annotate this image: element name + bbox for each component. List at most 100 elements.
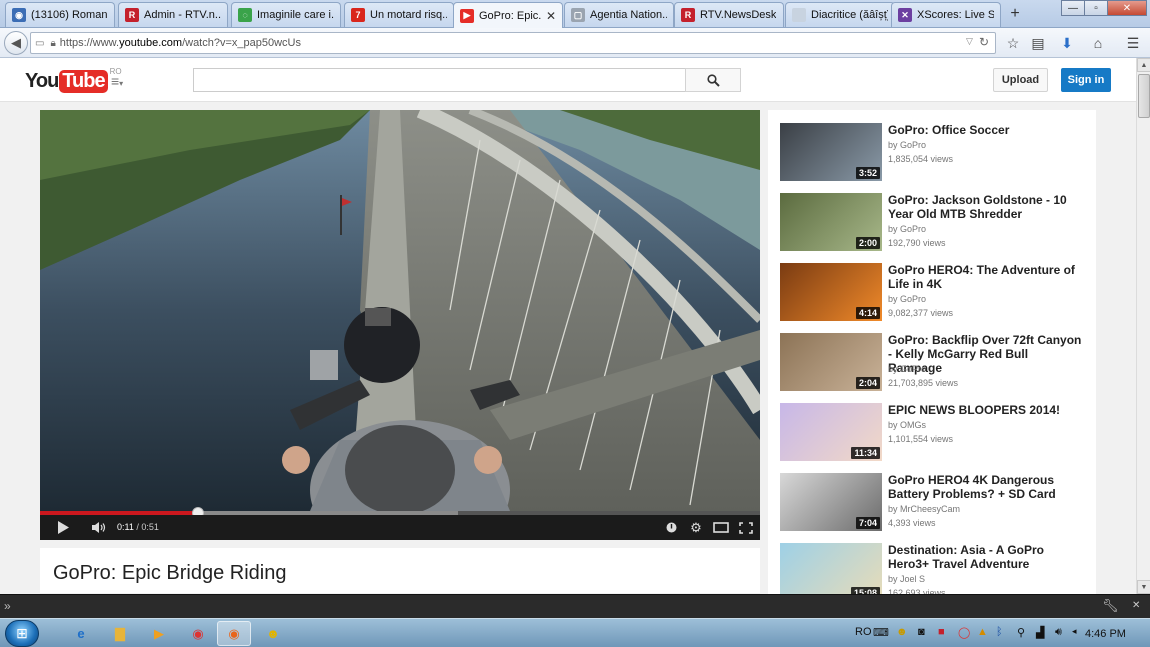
duration-badge: 7:04	[855, 517, 880, 529]
volume-button[interactable]	[88, 519, 110, 536]
channel-name[interactable]: by OMGs	[888, 420, 926, 430]
video-thumbnail[interactable]: 2:04	[780, 333, 882, 391]
camera-tray-icon[interactable]: ◙	[918, 626, 925, 638]
related-video-item[interactable]: 3:52 GoPro: Office Soccer by GoPro 1,835,05…	[780, 123, 1090, 181]
address-bar[interactable]: ▭ 🔒︎ https://www.youtube.com/watch?v=x_p…	[30, 32, 996, 54]
guide-menu-icon[interactable]: ≡▾	[111, 73, 123, 89]
related-video-title[interactable]: GoPro: Office Soccer	[888, 123, 1083, 137]
dropdown-arrow-icon[interactable]: ▽	[966, 36, 973, 47]
firefox-icon[interactable]: ◉	[217, 621, 251, 646]
menu-icon[interactable]: ☰	[1124, 34, 1142, 52]
vlc-tray-icon[interactable]: ▲	[977, 626, 988, 638]
reload-icon[interactable]: ↻	[979, 35, 989, 49]
view-count: 9,082,377 views	[888, 308, 954, 318]
close-addon-bar-icon[interactable]: ✕	[1132, 600, 1140, 611]
youtube-logo[interactable]: You Tube RO	[25, 67, 122, 93]
chrome-icon[interactable]: ◉	[181, 621, 215, 646]
show-hidden-icons-icon[interactable]: ◂	[1072, 626, 1077, 637]
duration-badge: 3:52	[855, 167, 880, 179]
browser-tab[interactable]: 7 Un motard risq...	[344, 2, 454, 27]
sign-in-button[interactable]: Sign in	[1061, 68, 1111, 92]
related-video-title[interactable]: GoPro HERO4: The Adventure of Life in 4K	[888, 263, 1083, 291]
browser-tab[interactable]: R Admin - RTV.n...	[118, 2, 228, 27]
new-tab-button[interactable]: +	[1005, 4, 1025, 24]
network-icon[interactable]: ▟	[1036, 626, 1044, 639]
tab-title: Admin - RTV.n...	[144, 9, 221, 21]
start-button[interactable]: ⊞	[5, 620, 39, 647]
play-icon	[58, 521, 69, 534]
related-video-item[interactable]: 7:04 GoPro HERO4 4K Dangerous Battery Pro…	[780, 473, 1090, 531]
navigation-bar: ◀ ▭ 🔒︎ https://www.youtube.com/watch?v=x…	[0, 28, 1150, 58]
usb-icon[interactable]: ⚲	[1017, 626, 1025, 639]
channel-name[interactable]: by GoPro	[888, 140, 926, 150]
browser-tab[interactable]: ▶ GoPro: Epic... ✕	[453, 2, 563, 28]
scrollbar-thumb[interactable]	[1138, 74, 1150, 118]
wrench-icon[interactable]: 🔧︎	[1102, 598, 1119, 614]
browser-tab[interactable]: ✕ XScores: Live S...	[891, 2, 1001, 27]
theater-mode-button[interactable]	[712, 519, 730, 536]
video-frame[interactable]	[40, 110, 760, 511]
scroll-down-arrow-icon[interactable]: ▼	[1137, 580, 1150, 594]
tab-title: Diacritice (ăâîșț) - tr...	[811, 9, 888, 21]
related-video-item[interactable]: 11:34 EPIC NEWS BLOOPERS 2014! by OMGs 1,10…	[780, 403, 1090, 461]
scroll-up-arrow-icon[interactable]: ▲	[1137, 58, 1150, 72]
browser-tab[interactable]: ▢ Agentia Nation...	[564, 2, 674, 27]
video-thumbnail[interactable]: 3:52	[780, 123, 882, 181]
related-video-item[interactable]: 15:08 Destination: Asia - A GoPro Hero3+ …	[780, 543, 1090, 594]
video-thumbnail[interactable]: 2:00	[780, 193, 882, 251]
internet-explorer-icon[interactable]: e	[64, 621, 98, 646]
related-video-title[interactable]: Destination: Asia - A GoPro Hero3+ Trave…	[888, 543, 1083, 571]
video-thumbnail[interactable]: 15:08	[780, 543, 882, 594]
media-player-icon[interactable]: ▶	[142, 621, 176, 646]
play-button[interactable]	[54, 519, 72, 536]
maximize-button[interactable]: ▫	[1084, 0, 1108, 16]
channel-name[interactable]: by GoPro	[888, 364, 926, 374]
page-scrollbar[interactable]: ▲ ▼	[1136, 58, 1150, 594]
settings-button[interactable]: ⚙	[688, 519, 704, 536]
upload-button[interactable]: Upload	[993, 68, 1048, 92]
search-input[interactable]	[193, 68, 686, 92]
expand-icon[interactable]: »	[4, 599, 11, 613]
video-player[interactable]: 0:11 / 0:51 ⚙	[40, 110, 760, 540]
minimize-button[interactable]: —	[1061, 0, 1085, 16]
channel-name[interactable]: by GoPro	[888, 224, 926, 234]
close-window-button[interactable]: ✕	[1107, 0, 1147, 16]
volume-tray-icon[interactable]: 🔊︎	[1055, 626, 1062, 639]
related-video-item[interactable]: 4:14 GoPro HERO4: The Adventure of Life i…	[780, 263, 1090, 321]
video-thumbnail[interactable]: 4:14	[780, 263, 882, 321]
tab-favicon-icon: 7	[351, 8, 365, 22]
video-thumbnail[interactable]: 11:34	[780, 403, 882, 461]
search-button[interactable]	[685, 68, 741, 92]
related-video-title[interactable]: GoPro: Jackson Goldstone - 10 Year Old M…	[888, 193, 1083, 221]
opera-tray-icon[interactable]: ◯	[958, 626, 970, 639]
clock[interactable]: 4:46 PM	[1085, 628, 1126, 640]
related-video-title[interactable]: EPIC NEWS BLOOPERS 2014!	[888, 403, 1083, 417]
bluetooth-icon[interactable]: ᛒ	[996, 626, 1003, 638]
browser-tab[interactable]: Diacritice (ăâîșț) - tr...	[785, 2, 895, 27]
browser-tab[interactable]: R RTV.NewsDesk	[674, 2, 784, 27]
language-indicator[interactable]: RO	[855, 626, 872, 638]
keyboard-icon[interactable]: ⌨	[873, 626, 889, 639]
app-tray-icon[interactable]: ■	[938, 626, 945, 638]
messenger-icon[interactable]: ☻	[256, 621, 290, 646]
annotations-button[interactable]	[664, 519, 678, 536]
video-thumbnail[interactable]: 7:04	[780, 473, 882, 531]
related-video-title[interactable]: GoPro HERO4 4K Dangerous Battery Problem…	[888, 473, 1083, 501]
bookmark-star-icon[interactable]: ☆	[1004, 34, 1022, 52]
close-tab-icon[interactable]: ✕	[542, 9, 556, 23]
messenger-tray-icon[interactable]: ☻	[896, 626, 908, 638]
back-button[interactable]: ◀	[4, 31, 28, 55]
file-explorer-icon[interactable]: ▇	[103, 621, 137, 646]
channel-name[interactable]: by MrCheesyCam	[888, 504, 960, 514]
related-video-item[interactable]: 2:04 GoPro: Backflip Over 72ft Canyon - K…	[780, 333, 1090, 391]
bookmarks-menu-icon[interactable]: ▤	[1029, 34, 1047, 52]
logo-tube-text: Tube	[59, 69, 108, 93]
browser-tab[interactable]: ◌ Imaginile care i...	[231, 2, 341, 27]
browser-tab[interactable]: ◉ (13106) Roman...	[5, 2, 115, 27]
fullscreen-button[interactable]	[737, 519, 755, 536]
channel-name[interactable]: by Joel S	[888, 574, 925, 584]
home-icon[interactable]: ⌂	[1089, 34, 1107, 52]
related-video-item[interactable]: 2:00 GoPro: Jackson Goldstone - 10 Year O…	[780, 193, 1090, 251]
downloads-icon[interactable]: ⬇	[1058, 34, 1076, 52]
channel-name[interactable]: by GoPro	[888, 294, 926, 304]
